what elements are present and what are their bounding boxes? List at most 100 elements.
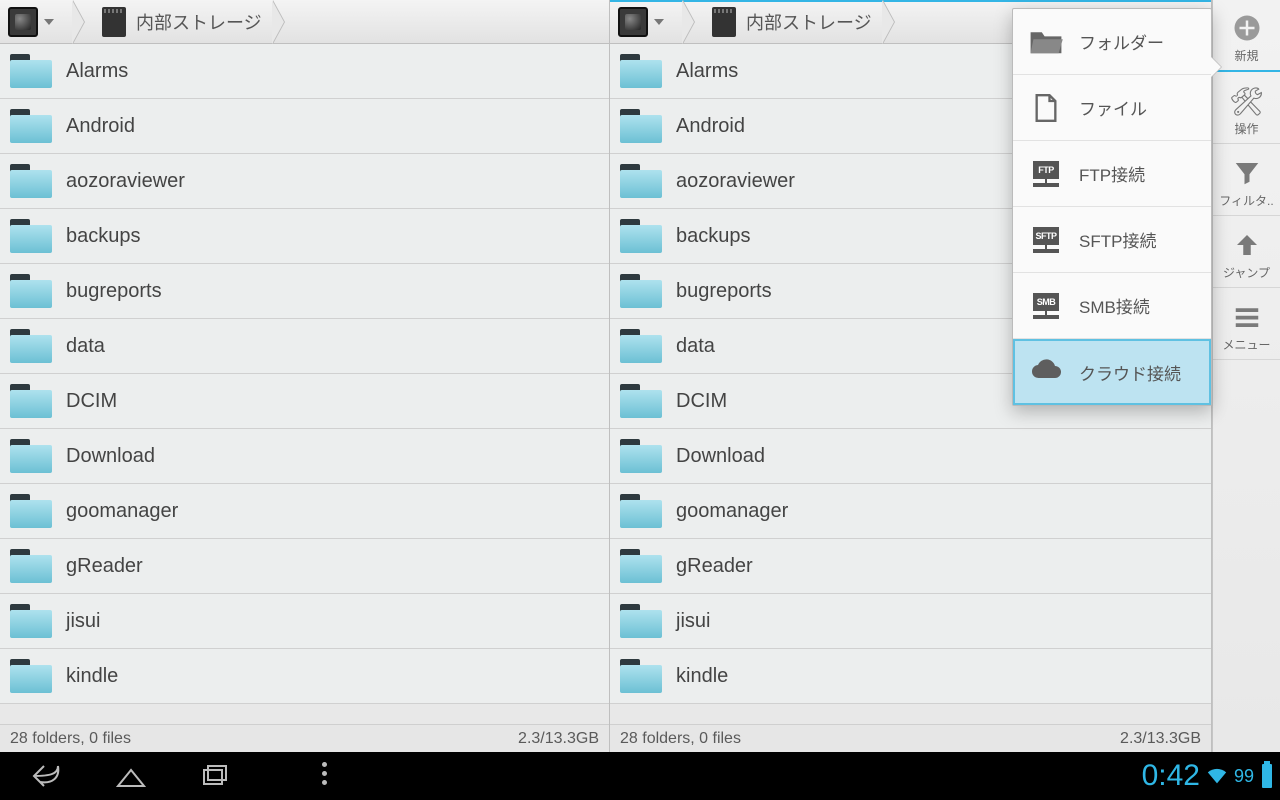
item-label: backups [676,225,751,248]
breadcrumb-label: 内部ストレージ [746,9,872,35]
folder-icon [620,549,662,583]
list-item[interactable]: gReader [0,539,609,594]
folder-icon [10,604,52,638]
breadcrumb-root[interactable] [610,0,694,43]
cloud-icon [1029,358,1063,386]
menu-item-smb[interactable]: SMB SMB接続 [1013,273,1211,339]
nav-status: 0:42 99 [1142,759,1280,793]
sidebar-menu[interactable]: メニュー [1213,288,1280,360]
item-label: Download [66,445,155,468]
sidebar-label: ジャンプ [1223,264,1270,281]
item-label: kindle [676,665,728,688]
folder-icon [620,274,662,308]
sidebar-new[interactable]: 新規 [1213,0,1280,72]
item-label: Android [66,115,135,138]
menu-item-folder[interactable]: フォルダー [1013,9,1211,75]
home-icon[interactable] [114,762,148,790]
item-label: bugreports [66,280,162,303]
sidebar-filter[interactable]: フィルタ.. [1213,144,1280,216]
list-item[interactable]: backups [0,209,609,264]
list-item[interactable]: Download [610,429,1211,484]
storage-icon [712,7,736,37]
item-label: Alarms [66,60,128,83]
item-label: data [676,335,715,358]
list-item[interactable]: gReader [610,539,1211,594]
menu-item-ftp[interactable]: FTP FTP接続 [1013,141,1211,207]
item-label: Download [676,445,765,468]
back-icon[interactable] [30,762,64,790]
folder-icon [10,439,52,473]
arrow-up-icon [1232,230,1262,260]
sidebar-label: 新規 [1234,47,1258,64]
status-space: 2.3/13.3GB [1120,730,1201,748]
menu-item-file[interactable]: ファイル [1013,75,1211,141]
chevron-down-icon [44,19,54,25]
app-root: 内部ストレージ Alarms Android aozoraviewer back… [0,0,1280,752]
sidebar-label: フィルタ.. [1219,192,1273,209]
disk-icon [618,7,648,37]
folder-icon [10,494,52,528]
item-label: goomanager [676,500,788,523]
disk-icon [8,7,38,37]
list-item[interactable]: DCIM [0,374,609,429]
folder-open-icon [1029,28,1063,56]
list-item[interactable]: kindle [0,649,609,704]
folder-icon [10,384,52,418]
list-item[interactable]: Alarms [0,44,609,99]
folder-icon [10,549,52,583]
folder-icon [10,54,52,88]
menu-item-sftp[interactable]: SFTP SFTP接続 [1013,207,1211,273]
folder-icon [620,329,662,363]
recents-icon[interactable] [198,762,232,790]
menu-label: FTP接続 [1079,161,1145,186]
folder-icon [620,54,662,88]
list-item[interactable]: data [0,319,609,374]
battery-percent: 99 [1234,766,1254,787]
list-item[interactable]: kindle [610,649,1211,704]
new-menu: フォルダー ファイル FTP FTP接続 SFTP SFTP接続 SMB SMB… [1012,8,1212,406]
item-label: jisui [676,610,710,633]
list-item[interactable]: bugreports [0,264,609,319]
list-item[interactable]: aozoraviewer [0,154,609,209]
breadcrumb-storage[interactable]: 内部ストレージ [694,0,894,43]
folder-icon [10,219,52,253]
tools-icon: 🛠 [1232,86,1262,116]
clock: 0:42 [1142,759,1200,793]
sidebar-ops[interactable]: 🛠 操作 [1213,72,1280,144]
list-item[interactable]: goomanager [0,484,609,539]
status-summary: 28 folders, 0 files [620,730,741,748]
item-label: aozoraviewer [676,170,795,193]
folder-icon [620,219,662,253]
breadcrumb-root[interactable] [0,0,84,43]
menu-label: SMB接続 [1079,293,1150,318]
file-list-left[interactable]: Alarms Android aozoraviewer backups bugr… [0,44,609,724]
breadcrumb-storage[interactable]: 内部ストレージ [84,0,284,43]
item-label: data [66,335,105,358]
folder-icon [620,494,662,528]
funnel-icon [1232,158,1262,188]
breadcrumb-left: 内部ストレージ [0,0,609,44]
smb-icon: SMB [1029,293,1063,319]
status-bar-left: 28 folders, 0 files 2.3/13.3GB [0,724,609,752]
list-item[interactable]: jisui [0,594,609,649]
folder-icon [620,659,662,693]
android-navbar: 0:42 99 [0,752,1280,800]
menu-label: フォルダー [1079,29,1164,54]
status-bar-right: 28 folders, 0 files 2.3/13.3GB [610,724,1211,752]
menu-icon [1232,302,1262,332]
item-label: gReader [66,555,143,578]
sidebar: 新規 🛠 操作 フィルタ.. ジャンプ メニュー [1212,0,1280,752]
storage-icon [102,7,126,37]
menu-item-cloud[interactable]: クラウド接続 [1013,339,1211,405]
list-item[interactable]: goomanager [610,484,1211,539]
sidebar-jump[interactable]: ジャンプ [1213,216,1280,288]
folder-icon [620,164,662,198]
overflow-icon[interactable] [322,762,346,790]
folder-icon [10,329,52,363]
nav-buttons [0,762,346,790]
item-label: gReader [676,555,753,578]
list-item[interactable]: Download [0,429,609,484]
folder-icon [10,274,52,308]
list-item[interactable]: Android [0,99,609,154]
list-item[interactable]: jisui [610,594,1211,649]
